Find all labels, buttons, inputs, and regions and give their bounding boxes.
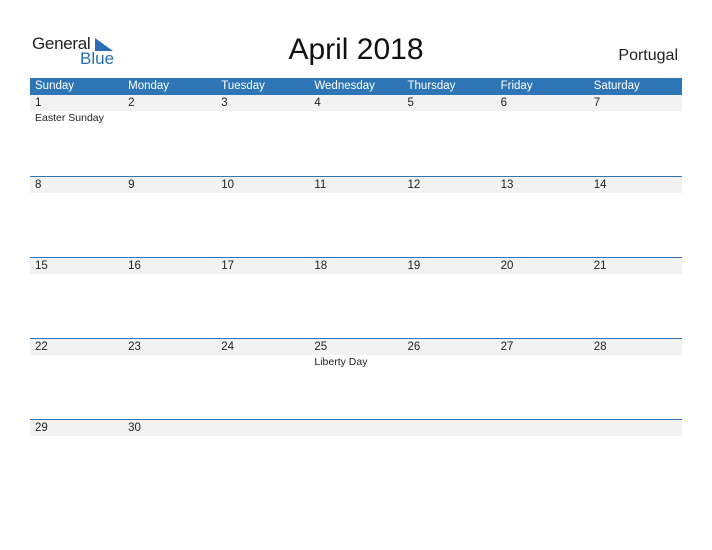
holiday-label — [589, 111, 682, 125]
weekday-wednesday: Wednesday — [314, 80, 375, 92]
holiday-label — [309, 111, 402, 125]
day-number: 1 — [35, 97, 42, 109]
week-row: 29 30 — [30, 419, 682, 500]
weekday-tuesday: Tuesday — [221, 80, 265, 92]
holiday-label — [496, 355, 589, 369]
holiday-label — [123, 355, 216, 369]
day-number: 24 — [221, 341, 235, 353]
day-number: 13 — [500, 179, 514, 191]
weekday-thursday: Thursday — [407, 80, 456, 92]
day-number: 28 — [593, 341, 607, 353]
country-label: Portugal — [618, 47, 678, 64]
holiday-label: Liberty Day — [314, 356, 368, 368]
day-number: 7 — [593, 97, 601, 109]
calendar-title: April 2018 — [288, 33, 424, 66]
day-number: 25 — [314, 341, 328, 353]
day-number — [403, 420, 496, 436]
holiday-label: Easter Sunday — [35, 112, 104, 124]
weekday-friday: Friday — [500, 80, 533, 92]
weekday-monday: Monday — [128, 80, 170, 92]
holiday-label — [123, 111, 216, 125]
holiday-label — [403, 111, 496, 125]
day-number: 6 — [500, 97, 508, 109]
day-number: 20 — [500, 260, 514, 272]
day-number: 17 — [221, 260, 235, 272]
calendar-grid: Sunday Monday Tuesday Wednesday Thursday… — [30, 78, 682, 500]
holiday-label — [496, 111, 589, 125]
events-row: Liberty Day — [30, 355, 682, 369]
day-number-strip: 22 23 24 25 26 27 28 — [30, 339, 682, 355]
day-number: 30 — [128, 422, 141, 434]
day-number-strip: 15 16 17 18 19 20 21 — [30, 258, 682, 274]
weekday-sunday: Sunday — [35, 80, 75, 92]
week-row: 15 16 17 18 19 20 21 — [30, 257, 682, 338]
day-number-strip: 29 30 — [30, 420, 682, 436]
day-number: 26 — [407, 341, 421, 353]
week-row: 8 9 10 11 12 13 14 — [30, 176, 682, 257]
day-number — [496, 420, 589, 436]
day-number: 22 — [35, 341, 48, 353]
holiday-label — [403, 355, 496, 369]
day-number: 10 — [221, 179, 235, 191]
holiday-label — [589, 355, 682, 369]
day-number: 3 — [221, 97, 228, 109]
day-number: 5 — [407, 97, 414, 109]
weekday-header: Sunday Monday Tuesday Wednesday Thursday… — [30, 78, 682, 95]
week-row: 22 23 24 25 26 27 28 Liberty Day — [30, 338, 682, 419]
day-number — [309, 420, 402, 436]
day-number: 16 — [128, 260, 141, 272]
week-row: 1 2 3 4 5 6 7 Easter Sunday — [30, 95, 682, 176]
events-row: Easter Sunday — [30, 111, 682, 125]
day-number: 14 — [593, 179, 607, 191]
day-number: 12 — [407, 179, 421, 191]
holiday-label — [30, 355, 123, 369]
day-number: 27 — [500, 341, 514, 353]
day-number: 19 — [407, 260, 421, 272]
day-number: 21 — [593, 260, 607, 272]
day-number: 8 — [35, 179, 42, 191]
day-number: 4 — [314, 97, 321, 109]
day-number: 18 — [314, 260, 328, 272]
weekday-saturday: Saturday — [593, 80, 640, 92]
day-number: 11 — [314, 179, 327, 191]
day-number: 9 — [128, 179, 135, 191]
day-number: 29 — [35, 422, 48, 434]
holiday-label — [216, 111, 309, 125]
day-number: 2 — [128, 97, 135, 109]
day-number-strip: 8 9 10 11 12 13 14 — [30, 177, 682, 193]
day-number — [216, 420, 309, 436]
day-number-strip: 1 2 3 4 5 6 7 — [30, 95, 682, 111]
day-number: 23 — [128, 341, 141, 353]
day-number: 15 — [35, 260, 48, 272]
holiday-label — [216, 355, 309, 369]
day-number — [589, 420, 682, 436]
